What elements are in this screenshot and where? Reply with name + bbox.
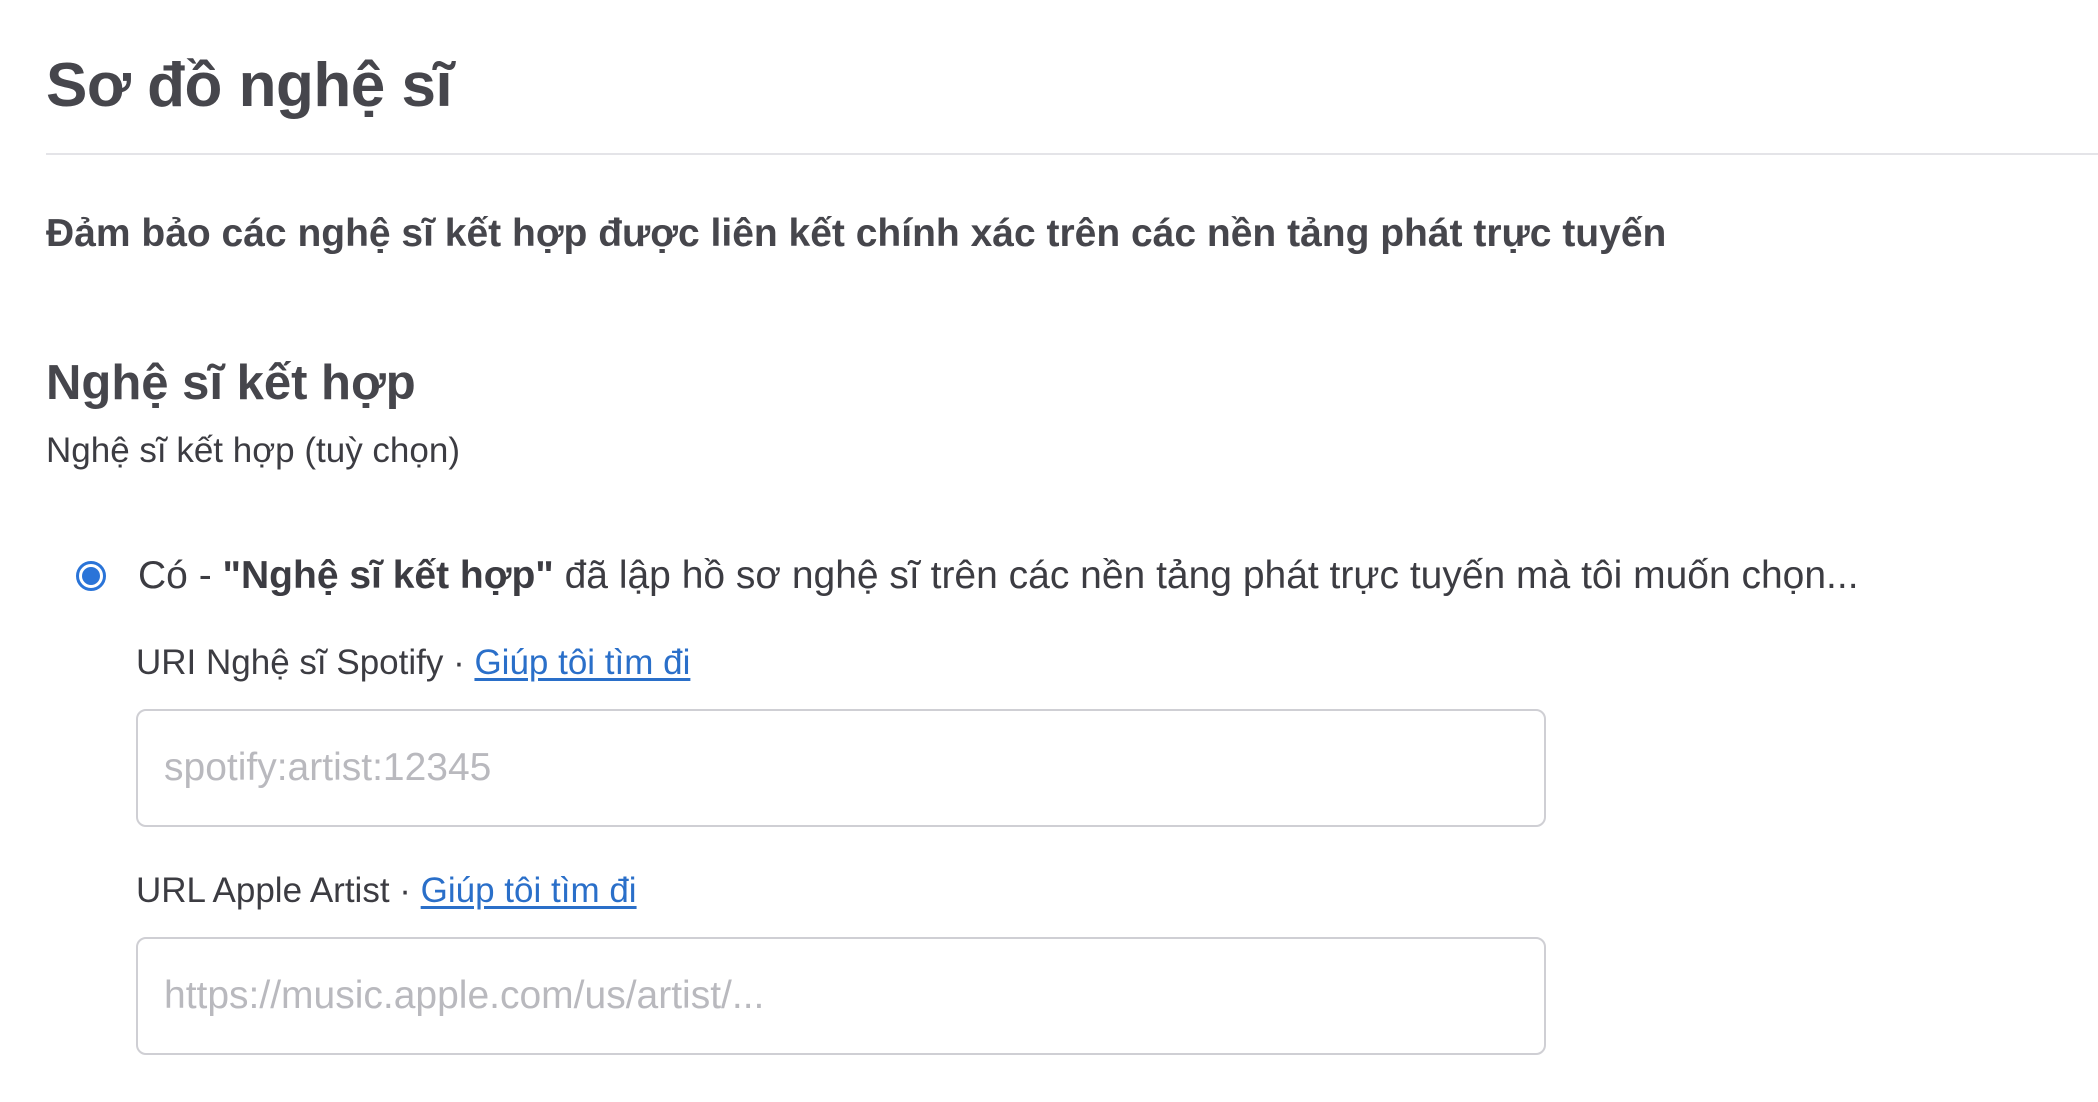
label-separator: ·: [389, 871, 421, 910]
radio-option-yes[interactable]: Có - "Nghệ sĩ kết hợp" đã lập hồ sơ nghệ…: [76, 548, 1859, 604]
spotify-uri-input[interactable]: [136, 709, 1546, 827]
apple-help-link[interactable]: Giúp tôi tìm đi: [421, 871, 637, 910]
radio-option-label[interactable]: Có - "Nghệ sĩ kết hợp" đã lập hồ sơ nghệ…: [138, 548, 1859, 604]
apple-url-label-text: URL Apple Artist: [136, 871, 390, 910]
spotify-uri-label-text: URI Nghệ sĩ Spotify: [136, 643, 444, 682]
apple-url-label: URL Apple Artist · Giúp tôi tìm đi: [136, 868, 637, 914]
spotify-help-link[interactable]: Giúp tôi tìm đi: [474, 643, 690, 682]
spotify-uri-label: URI Nghệ sĩ Spotify · Giúp tôi tìm đi: [136, 640, 690, 686]
radio-button-selected[interactable]: [76, 561, 106, 591]
page-subtitle: Đảm bảo các nghệ sĩ kết hợp được liên kế…: [46, 212, 1667, 255]
apple-url-input[interactable]: [136, 937, 1546, 1055]
radio-selected-dot: [82, 567, 100, 585]
page-title: Sơ đồ nghệ sĩ: [46, 51, 453, 120]
artist-mapping-page: Sơ đồ nghệ sĩ Đảm bảo các nghệ sĩ kết hợ…: [0, 0, 2098, 1102]
radio-label-bold: "Nghệ sĩ kết hợp": [222, 554, 554, 597]
radio-label-suffix: đã lập hồ sơ nghệ sĩ trên các nền tảng p…: [553, 554, 1859, 597]
label-separator: ·: [443, 643, 475, 682]
title-divider: [46, 153, 2098, 155]
section-title-featured-artist: Nghệ sĩ kết hợp: [46, 356, 416, 410]
section-hint: Nghệ sĩ kết hợp (tuỳ chọn): [46, 431, 460, 470]
radio-label-prefix: Có -: [138, 554, 223, 597]
